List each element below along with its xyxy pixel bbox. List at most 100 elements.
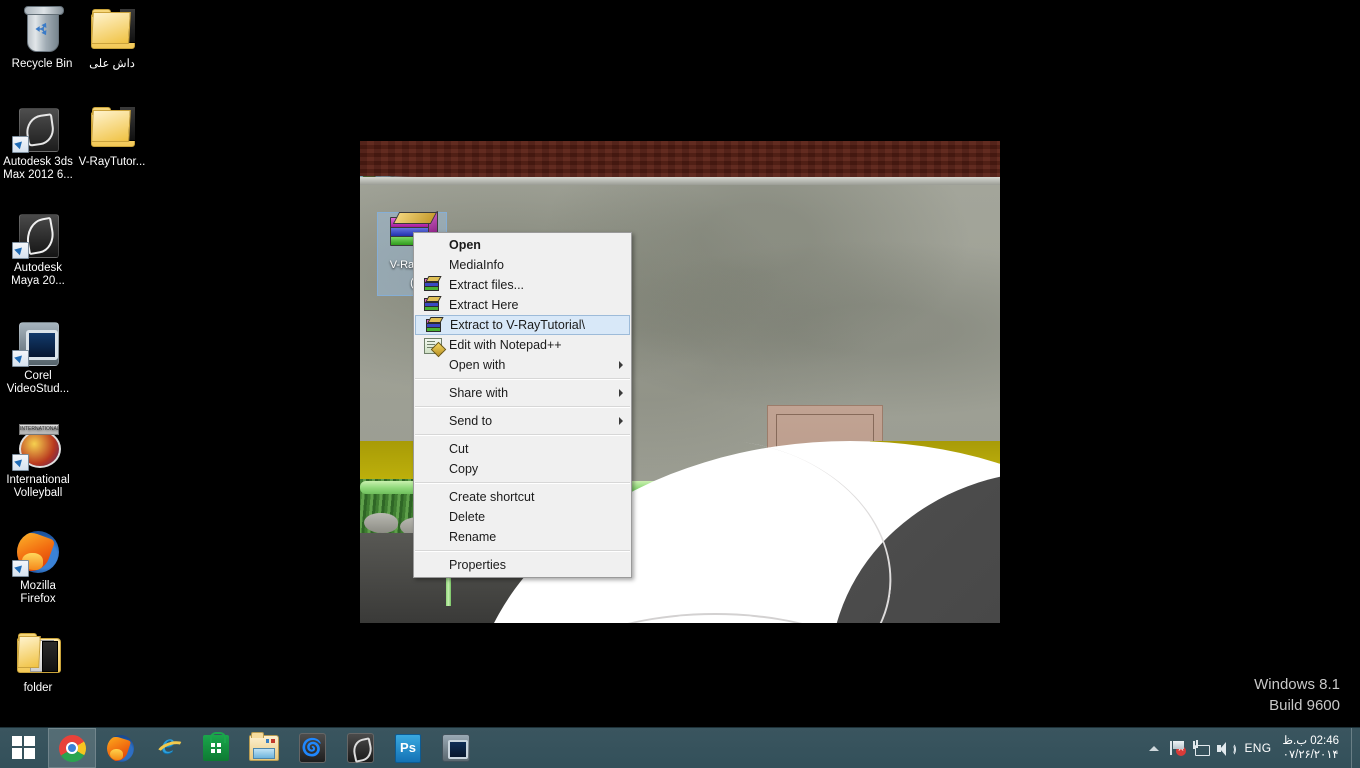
file-explorer-icon [249, 732, 279, 761]
submenu-arrow-icon [619, 389, 623, 397]
folder-media-icon [88, 6, 136, 54]
desktop-icon-autodesk-3ds-max[interactable]: Autodesk 3ds Max 2012 6... [0, 104, 76, 182]
autodesk-maya-icon [346, 733, 374, 763]
shortcut-overlay-icon [12, 350, 29, 367]
taskbar-corel[interactable] [432, 728, 480, 768]
clock[interactable]: 02:46 ب.ظ ٢٠١۴/٠٧/٢۶ [1280, 734, 1351, 762]
taskbar-maya[interactable] [336, 728, 384, 768]
menu-item-label: Extract Here [449, 298, 519, 312]
desktop-icon-mozilla-firefox[interactable]: Mozilla Firefox [0, 528, 76, 606]
desktop-icon-corel-videostudio[interactable]: Corel VideoStud... [0, 318, 76, 396]
taskbar-internet-explorer[interactable] [144, 727, 192, 768]
taskbar-photoshop[interactable] [384, 728, 432, 768]
language-indicator[interactable]: ENG [1237, 741, 1280, 755]
windows-logo-icon [12, 736, 36, 760]
menu-item-open[interactable]: Open [414, 235, 631, 255]
start-button[interactable] [0, 728, 48, 768]
context-menu-separator [415, 482, 630, 484]
menu-item-open-with[interactable]: Open with [414, 355, 631, 375]
taskbar[interactable]: ENG 02:46 ب.ظ ٢٠١۴/٠٧/٢۶ [0, 727, 1360, 768]
show-desktop-button[interactable] [1351, 728, 1360, 768]
corel-videostudio-icon [442, 734, 470, 762]
shortcut-overlay-icon [12, 454, 29, 471]
volume-icon[interactable] [1213, 728, 1237, 768]
system-tray[interactable]: ENG 02:46 ب.ظ ٢٠١۴/٠٧/٢۶ [1143, 728, 1360, 768]
desktop-icon-recycle-bin[interactable]: Recycle Bin [4, 6, 80, 71]
autodesk-3ds-max-icon [298, 733, 326, 763]
desktop-icon-label: International Volleyball [6, 474, 70, 499]
shortcut-overlay-icon [12, 560, 29, 577]
submenu-arrow-icon [619, 361, 623, 369]
menu-item-label: Edit with Notepad++ [449, 338, 562, 352]
winrar-icon [424, 296, 442, 312]
desktop-icon-label: Corel VideoStud... [6, 370, 70, 395]
menu-item-edit-with-notepad[interactable]: Edit with Notepad++ [414, 335, 631, 355]
mozilla-firefox-icon [106, 734, 134, 762]
folder-open-icon [14, 630, 62, 678]
menu-item-share-with[interactable]: Share with [414, 383, 631, 403]
desktop-icon-international-volleyball[interactable]: INTERNATIONAL International Volleyball [0, 422, 76, 500]
taskbar-3ds-max[interactable] [288, 728, 336, 768]
menu-item-label: Extract files... [449, 278, 525, 292]
menu-item-label: Share with [449, 386, 509, 400]
desktop-icon-label: folder [23, 682, 53, 694]
menu-item-label: Properties [449, 558, 506, 572]
context-menu[interactable]: Open MediaInfo Extract files... Extract Her… [413, 232, 632, 578]
menu-item-create-shortcut[interactable]: Create shortcut [414, 487, 631, 507]
desktop-screen: Recycle Bin داش على Autodesk 3ds Max 2012 … [0, 0, 1360, 768]
menu-item-extract-files[interactable]: Extract files... [414, 275, 631, 295]
menu-item-label: Open with [449, 358, 506, 372]
desktop-icon-folder-plain[interactable]: folder [0, 630, 76, 695]
menu-item-properties[interactable]: Properties [414, 555, 631, 575]
menu-item-label: Delete [449, 510, 486, 524]
menu-item-extract-to-v-raytutorial[interactable]: Extract to V-RayTutorial\ [415, 315, 630, 335]
render-fascia [360, 177, 1000, 185]
internet-explorer-icon [155, 727, 182, 762]
notepadpp-icon [424, 338, 442, 354]
adobe-photoshop-icon [395, 733, 421, 763]
shortcut-overlay-icon [12, 136, 29, 153]
menu-item-label: Create shortcut [449, 490, 535, 504]
render-stone [364, 513, 398, 533]
menu-item-extract-here[interactable]: Extract Here [414, 295, 631, 315]
taskbar-chrome[interactable] [48, 728, 96, 768]
menu-item-label: Cut [449, 442, 469, 456]
desktop-icon-label: Autodesk Maya 20... [11, 262, 65, 287]
taskbar-button-group[interactable] [48, 727, 480, 768]
menu-item-cut[interactable]: Cut [414, 439, 631, 459]
menu-item-label: Send to [449, 414, 493, 428]
menu-item-label: MediaInfo [449, 258, 504, 272]
network-monitor-icon[interactable] [1189, 728, 1213, 768]
shortcut-overlay-icon [12, 242, 29, 259]
volleyball-icon: INTERNATIONAL [12, 422, 62, 471]
clock-date: ٢٠١۴/٠٧/٢۶ [1282, 749, 1339, 761]
menu-item-mediainfo[interactable]: MediaInfo [414, 255, 631, 275]
show-hidden-icons-caret[interactable] [1143, 728, 1165, 768]
winrar-icon [424, 276, 442, 292]
maya-icon [12, 210, 62, 259]
firefox-icon [12, 528, 62, 577]
menu-item-label: Extract to V-RayTutorial\ [450, 318, 585, 332]
desktop-icon-folder-dash-ali[interactable]: داش على [74, 6, 150, 71]
context-menu-separator [415, 406, 630, 408]
menu-item-rename[interactable]: Rename [414, 527, 631, 547]
desktop-icon-label: V-RayTutor... [78, 156, 146, 168]
menu-item-delete[interactable]: Delete [414, 507, 631, 527]
desktop-icon-autodesk-maya[interactable]: Autodesk Maya 20... [0, 210, 76, 288]
context-menu-separator [415, 434, 630, 436]
context-menu-separator [415, 550, 630, 552]
menu-item-copy[interactable]: Copy [414, 459, 631, 479]
taskbar-file-explorer[interactable] [240, 728, 288, 768]
windows-build-watermark: Windows 8.1 Build 9600 [1254, 674, 1340, 716]
taskbar-firefox[interactable] [96, 728, 144, 768]
taskbar-store[interactable] [192, 728, 240, 768]
network-icon[interactable] [1165, 728, 1189, 768]
submenu-arrow-icon [619, 417, 623, 425]
desktop-icon-label: Mozilla Firefox [20, 580, 56, 605]
clock-time: 02:46 ب.ظ [1282, 735, 1339, 747]
google-chrome-icon [58, 734, 86, 762]
watermark-edition: Windows 8.1 [1254, 676, 1340, 693]
context-menu-separator [415, 378, 630, 380]
desktop-icon-folder-vraytutorial[interactable]: V-RayTutor... [74, 104, 150, 169]
menu-item-send-to[interactable]: Send to [414, 411, 631, 431]
